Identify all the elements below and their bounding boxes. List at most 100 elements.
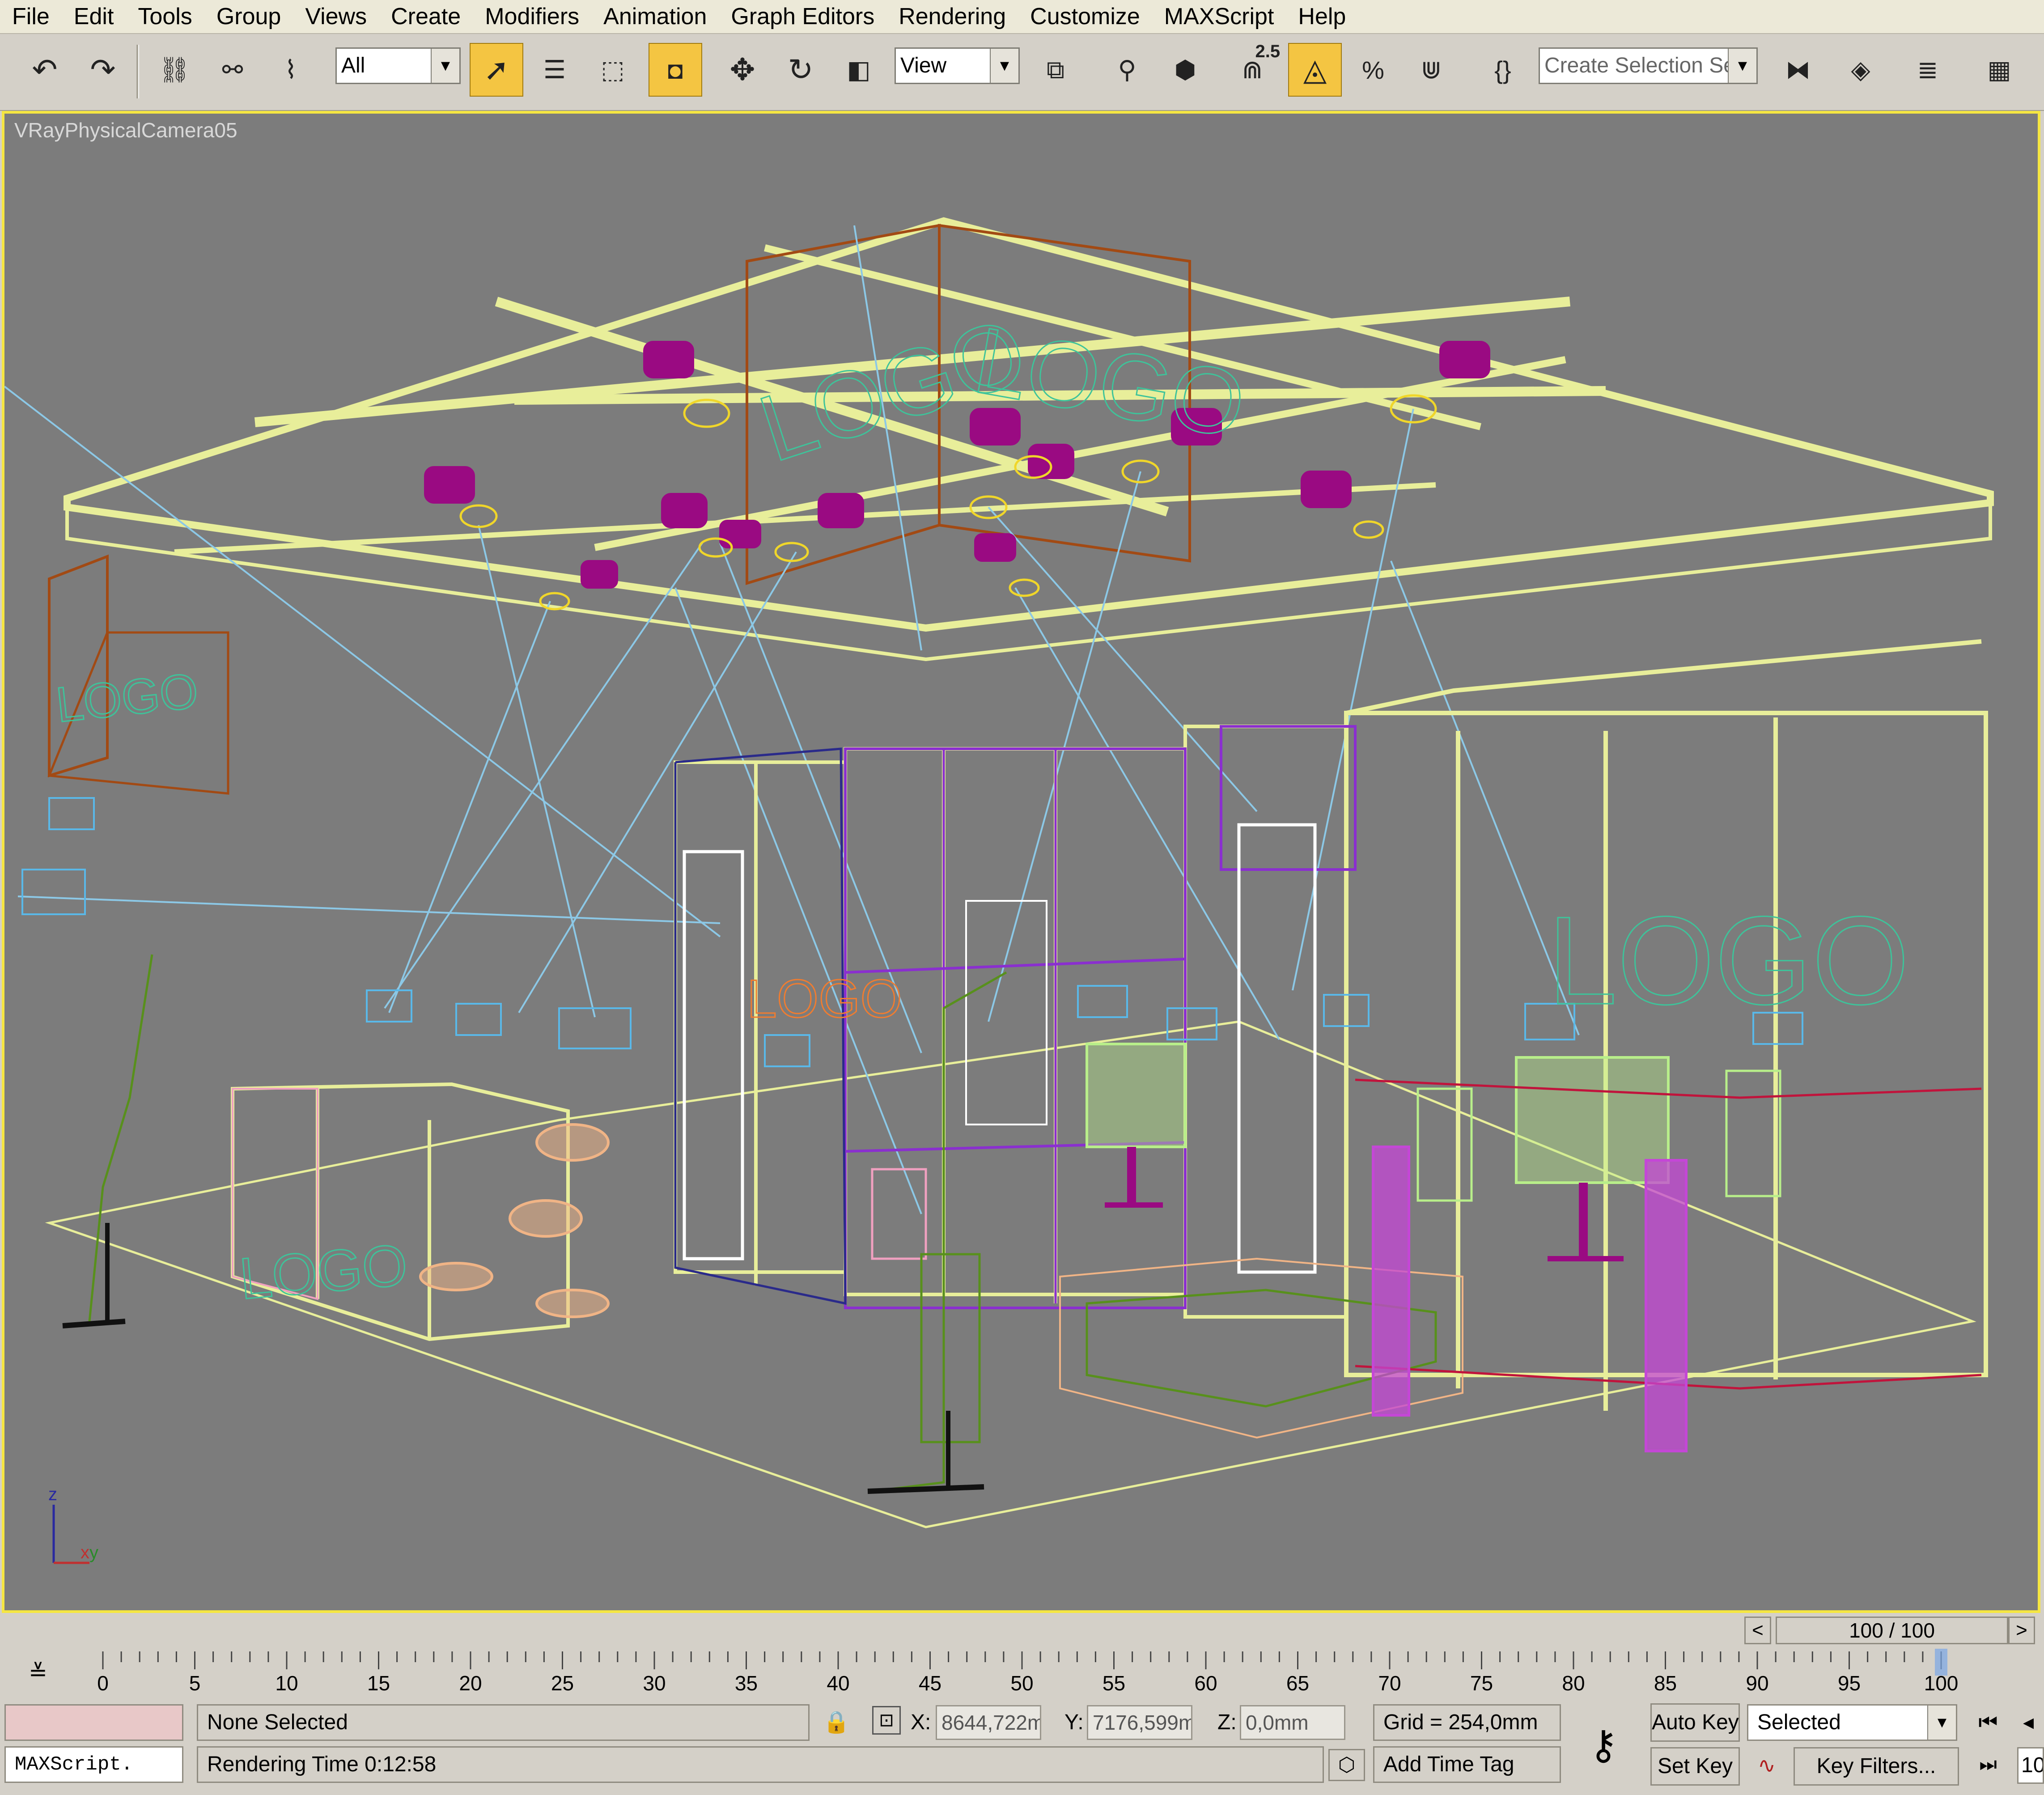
bind-space-warp-icon[interactable]: ⌇ — [264, 43, 318, 97]
logo-text: LOGO — [1548, 891, 1909, 1031]
named-selection-set-dropdown[interactable]: Create Selection Set ▼ — [1539, 47, 1758, 84]
vase — [1372, 1146, 1410, 1417]
key-mode-dropdown[interactable]: Selected ▼ — [1747, 1704, 1957, 1741]
track-tick-label: 80 — [1562, 1672, 1585, 1695]
logo-text: LOGO — [237, 1232, 410, 1311]
time-next-button[interactable]: > — [2008, 1617, 2035, 1644]
select-and-scale-icon[interactable]: ◧ — [832, 43, 886, 97]
rectangular-selection-icon[interactable]: ⬚ — [586, 43, 640, 97]
maxscript-mini-listener[interactable]: MAXScript. — [4, 1746, 183, 1783]
axis-x-label: x — [81, 1543, 89, 1562]
time-slider-handle[interactable]: 100 / 100 — [1776, 1617, 2008, 1644]
menu-help[interactable]: Help — [1286, 0, 1358, 33]
selection-filter-dropdown[interactable]: All ▼ — [335, 47, 461, 84]
spot-light — [719, 520, 761, 548]
time-slider[interactable]: < 100 / 100 > — [0, 1615, 2044, 1647]
select-and-move-icon[interactable]: ✥ — [716, 43, 769, 97]
menu-tools[interactable]: Tools — [126, 0, 204, 33]
logo-text: LOGO — [54, 663, 201, 733]
y-label: Y: — [1064, 1710, 1084, 1734]
ceiling-beam — [174, 482, 1436, 555]
track-tick-label: 100 — [1924, 1672, 1959, 1695]
track-tick-label: 15 — [367, 1672, 390, 1695]
menu-views[interactable]: Views — [293, 0, 379, 33]
reference-coordinate-value: View — [900, 54, 947, 77]
shelf — [965, 900, 1047, 1125]
track-tick-label: 0 — [97, 1672, 109, 1695]
select-and-rotate-icon[interactable]: ↻ — [774, 43, 827, 97]
set-keys-key-icon[interactable]: ⚷ — [1570, 1714, 1637, 1777]
window-crossing-icon[interactable]: ◘ — [649, 43, 702, 97]
current-frame-field[interactable]: 10 — [2017, 1747, 2044, 1784]
vase — [1645, 1159, 1688, 1452]
keyboard-shortcut-override-icon[interactable]: ⬢ — [1158, 43, 1212, 97]
spot-light — [424, 466, 475, 504]
mini-curve-editor-icon[interactable]: ≚ — [18, 1657, 58, 1688]
go-to-start-icon[interactable]: ⏮ — [1968, 1705, 2008, 1740]
track-tick-label: 65 — [1286, 1672, 1310, 1695]
chair — [871, 1168, 927, 1260]
y-coordinate-field[interactable]: 7176,599m — [1087, 1705, 1192, 1740]
pivot-center-icon[interactable]: ⧉ — [1029, 43, 1082, 97]
snaps-toggle-icon[interactable]: ⋒ 2.5 — [1226, 42, 1281, 97]
add-time-tag[interactable]: Add Time Tag — [1373, 1746, 1561, 1783]
booth-wall — [1183, 725, 1348, 1319]
mirror-icon[interactable]: ⧓ — [1771, 43, 1825, 97]
absolute-mode-icon[interactable]: ⊡ — [872, 1706, 901, 1735]
track-tick-label: 40 — [827, 1672, 850, 1695]
menu-graph-editors[interactable]: Graph Editors — [719, 0, 886, 33]
set-key-button[interactable]: Set Key — [1650, 1747, 1740, 1786]
time-tag-icon[interactable]: ⬡ — [1328, 1749, 1365, 1781]
camera-viewport[interactable]: LOGO LOGO LOGO LOGO LOGO LOGO z x y VRay… — [2, 111, 2040, 1613]
spinner-snap-icon[interactable]: ⋓ — [1404, 43, 1458, 97]
default-tangents-icon[interactable]: ∿ — [1749, 1749, 1785, 1783]
spot-light — [1439, 341, 1490, 378]
table — [1086, 1043, 1187, 1148]
key-mode-toggle-icon[interactable]: ⏭ — [1968, 1747, 2008, 1782]
logo-panel — [48, 554, 109, 778]
manipulate-icon[interactable]: ⚲ — [1100, 43, 1154, 97]
track-tick-label: 85 — [1654, 1672, 1677, 1695]
lock-icon[interactable]: 🔒 — [823, 1705, 850, 1740]
selection-status: None Selected — [197, 1704, 810, 1741]
angle-snap-icon[interactable]: ◬ — [1288, 43, 1342, 97]
select-object-icon[interactable]: ➚ — [470, 43, 523, 97]
select-and-link-icon[interactable]: ⛓ — [148, 43, 201, 97]
status-bar: MAXScript. None Selected Rendering Time … — [0, 1701, 2044, 1795]
auto-key-button[interactable]: Auto Key — [1650, 1703, 1740, 1742]
track-bar[interactable]: ≚ 0 5 10 15 20 25 30 35 40 45 50 55 60 65 70 75 80 85 90 95… — [0, 1648, 2044, 1701]
redo-icon[interactable]: ↷ — [76, 43, 130, 97]
purple-frame — [1220, 725, 1357, 871]
menu-file[interactable]: File — [0, 0, 62, 33]
maxscript-listener-top[interactable] — [4, 1704, 183, 1741]
chevron-down-icon: ▼ — [431, 49, 459, 83]
time-prev-button[interactable]: < — [1744, 1617, 1771, 1644]
layer-manager-icon[interactable]: ≣ — [1901, 43, 1955, 97]
track-tick-label: 20 — [459, 1672, 482, 1695]
previous-frame-icon[interactable]: ◂ — [2013, 1705, 2044, 1740]
select-by-name-icon[interactable]: ☰ — [528, 43, 581, 97]
main-toolbar: ↶ ↷ ⛓ ⚯ ⌇ All ▼ ➚ ☰ ⬚ ◘ ✥ ↻ ◧ View ▼ ⧉ ⚲… — [0, 34, 2044, 111]
menu-create[interactable]: Create — [379, 0, 473, 33]
percent-snap-icon[interactable]: % — [1346, 43, 1400, 97]
align-icon[interactable]: ◈ — [1834, 43, 1887, 97]
curve-editor-icon[interactable]: ▦ — [1972, 43, 2026, 97]
menu-animation[interactable]: Animation — [591, 0, 719, 33]
menu-group[interactable]: Group — [204, 0, 293, 33]
edit-named-selection-icon[interactable]: {} — [1476, 43, 1530, 97]
unlink-icon[interactable]: ⚯ — [206, 43, 259, 97]
reference-coordinate-dropdown[interactable]: View ▼ — [895, 47, 1020, 84]
x-coordinate-field[interactable]: 8644,722m — [936, 1705, 1041, 1740]
bar-stool — [509, 1199, 583, 1238]
menu-customize[interactable]: Customize — [1018, 0, 1152, 33]
viewport-label[interactable]: VRayPhysicalCamera05 — [14, 118, 237, 142]
menu-edit[interactable]: Edit — [62, 0, 126, 33]
menu-maxscript[interactable]: MAXScript — [1152, 0, 1286, 33]
z-coordinate-field[interactable]: 0,0mm — [1240, 1705, 1345, 1740]
track-tick-label: 45 — [918, 1672, 942, 1695]
undo-icon[interactable]: ↶ — [18, 43, 72, 97]
menu-modifiers[interactable]: Modifiers — [473, 0, 591, 33]
key-filters-button[interactable]: Key Filters... — [1794, 1747, 1959, 1786]
menu-rendering[interactable]: Rendering — [886, 0, 1018, 33]
spot-light — [643, 341, 694, 378]
